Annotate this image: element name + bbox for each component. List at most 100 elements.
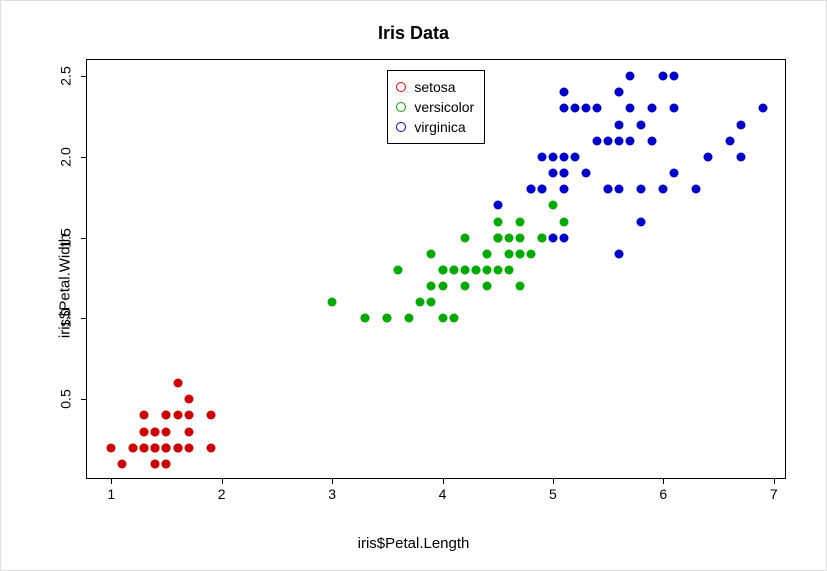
data-point-versicolor — [482, 266, 491, 275]
data-point-setosa — [162, 411, 171, 420]
legend-label: versicolor — [414, 97, 474, 117]
data-point-versicolor — [526, 249, 535, 258]
data-point-virginica — [548, 169, 557, 178]
legend-marker-icon — [396, 122, 406, 132]
data-point-setosa — [173, 411, 182, 420]
data-point-versicolor — [504, 233, 513, 242]
data-point-setosa — [173, 443, 182, 452]
data-point-versicolor — [438, 314, 447, 323]
x-tick-label: 5 — [549, 486, 557, 502]
data-point-setosa — [151, 443, 160, 452]
x-tick-label: 1 — [107, 486, 115, 502]
data-point-virginica — [559, 152, 568, 161]
data-point-virginica — [604, 185, 613, 194]
chart-frame: Iris Data iris$Petal.Length iris$Petal.W… — [0, 0, 827, 571]
data-point-virginica — [559, 169, 568, 178]
data-point-versicolor — [515, 233, 524, 242]
data-point-versicolor — [515, 217, 524, 226]
data-point-virginica — [758, 104, 767, 113]
data-point-versicolor — [482, 249, 491, 258]
legend-entry-virginica: virginica — [396, 117, 474, 137]
data-point-versicolor — [328, 298, 337, 307]
data-point-setosa — [162, 459, 171, 468]
data-point-setosa — [151, 427, 160, 436]
legend-label: setosa — [414, 77, 455, 97]
data-point-setosa — [184, 443, 193, 452]
data-point-virginica — [670, 72, 679, 81]
y-tick — [81, 157, 87, 158]
y-tick-label: 2.5 — [57, 66, 73, 85]
y-tick-label: 1.5 — [57, 228, 73, 247]
x-axis-label: iris$Petal.Length — [1, 535, 826, 552]
data-point-virginica — [559, 185, 568, 194]
data-point-virginica — [736, 152, 745, 161]
data-point-virginica — [736, 120, 745, 129]
data-point-setosa — [140, 411, 149, 420]
data-point-setosa — [129, 443, 138, 452]
y-tick — [81, 238, 87, 239]
data-point-versicolor — [449, 314, 458, 323]
data-point-versicolor — [438, 282, 447, 291]
x-tick — [774, 478, 775, 484]
data-point-virginica — [626, 136, 635, 145]
y-tick-label: 2.0 — [57, 147, 73, 166]
x-tick — [332, 478, 333, 484]
legend-label: virginica — [414, 117, 465, 137]
data-point-versicolor — [438, 266, 447, 275]
data-point-virginica — [637, 217, 646, 226]
data-point-setosa — [206, 443, 215, 452]
data-point-virginica — [637, 120, 646, 129]
x-tick — [553, 478, 554, 484]
data-point-versicolor — [405, 314, 414, 323]
data-point-versicolor — [449, 266, 458, 275]
legend-marker-icon — [396, 82, 406, 92]
data-point-setosa — [173, 379, 182, 388]
data-point-versicolor — [548, 201, 557, 210]
data-point-versicolor — [515, 282, 524, 291]
data-point-virginica — [571, 152, 580, 161]
data-point-setosa — [107, 443, 116, 452]
data-point-virginica — [659, 72, 668, 81]
y-tick — [81, 399, 87, 400]
data-point-virginica — [571, 104, 580, 113]
plot-area: setosaversicolorvirginica 12345670.51.01… — [86, 59, 786, 479]
data-point-virginica — [615, 249, 624, 258]
data-point-setosa — [140, 443, 149, 452]
data-point-versicolor — [460, 282, 469, 291]
data-point-setosa — [184, 427, 193, 436]
legend-entry-setosa: setosa — [396, 77, 474, 97]
data-point-virginica — [670, 104, 679, 113]
data-point-versicolor — [515, 249, 524, 258]
x-tick — [443, 478, 444, 484]
data-point-virginica — [615, 88, 624, 97]
data-point-versicolor — [559, 217, 568, 226]
data-point-setosa — [162, 427, 171, 436]
data-point-virginica — [703, 152, 712, 161]
data-point-versicolor — [482, 282, 491, 291]
x-tick-label: 7 — [770, 486, 778, 502]
data-point-virginica — [648, 104, 657, 113]
legend-entry-versicolor: versicolor — [396, 97, 474, 117]
x-tick — [663, 478, 664, 484]
data-point-virginica — [659, 185, 668, 194]
data-point-versicolor — [394, 266, 403, 275]
data-point-virginica — [559, 88, 568, 97]
data-point-virginica — [582, 169, 591, 178]
data-point-virginica — [670, 169, 679, 178]
data-point-virginica — [725, 136, 734, 145]
data-point-versicolor — [460, 233, 469, 242]
data-point-versicolor — [427, 298, 436, 307]
data-point-versicolor — [504, 249, 513, 258]
data-point-virginica — [559, 233, 568, 242]
data-point-setosa — [151, 459, 160, 468]
x-tick-label: 4 — [439, 486, 447, 502]
data-point-setosa — [162, 443, 171, 452]
y-tick — [81, 318, 87, 319]
data-point-setosa — [140, 427, 149, 436]
data-point-versicolor — [416, 298, 425, 307]
data-point-virginica — [637, 185, 646, 194]
y-tick — [81, 76, 87, 77]
data-point-setosa — [184, 411, 193, 420]
data-point-versicolor — [383, 314, 392, 323]
data-point-virginica — [537, 152, 546, 161]
